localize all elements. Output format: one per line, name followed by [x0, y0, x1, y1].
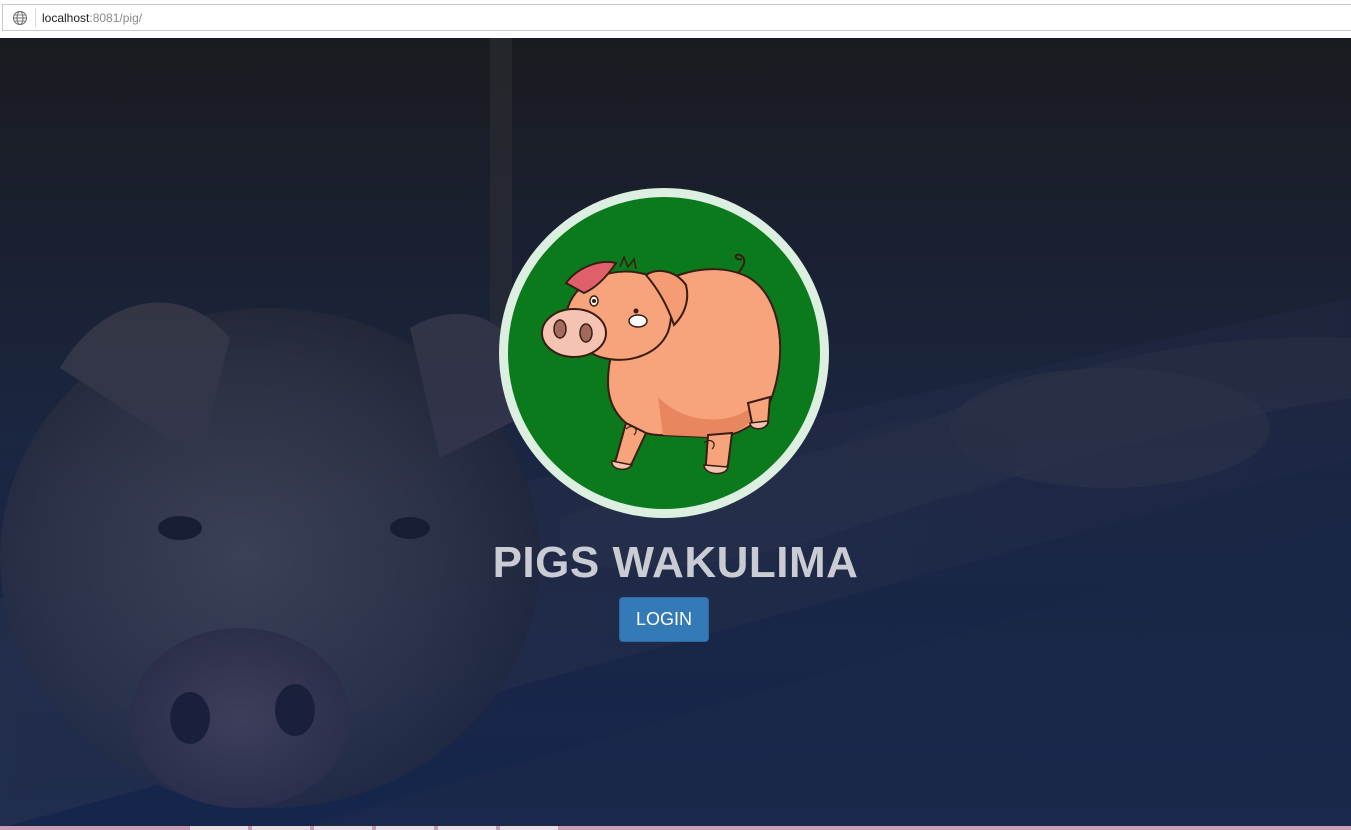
url-path: :8081/pig/ — [89, 11, 143, 25]
taskbar-item[interactable] — [314, 826, 372, 830]
taskbar-strip — [0, 826, 1351, 830]
taskbar-item[interactable] — [500, 826, 558, 830]
pig-logo-icon — [508, 197, 820, 509]
globe-icon[interactable] — [12, 10, 28, 26]
brand-title: PIGS WAKULIMA — [492, 538, 859, 587]
taskbar-item[interactable] — [190, 826, 248, 830]
browser-address-bar: localhost:8081/pig/ — [0, 0, 1351, 36]
url-field[interactable]: localhost:8081/pig/ — [2, 4, 1351, 31]
taskbar-item[interactable] — [438, 826, 496, 830]
taskbar-item[interactable] — [252, 826, 310, 830]
url-host: localhost — [42, 11, 90, 25]
url-divider — [35, 8, 36, 27]
login-button[interactable]: LOGIN — [619, 597, 709, 642]
taskbar-item[interactable] — [376, 826, 434, 830]
logo-badge — [499, 188, 829, 518]
url-text[interactable]: localhost:8081/pig/ — [42, 10, 142, 26]
